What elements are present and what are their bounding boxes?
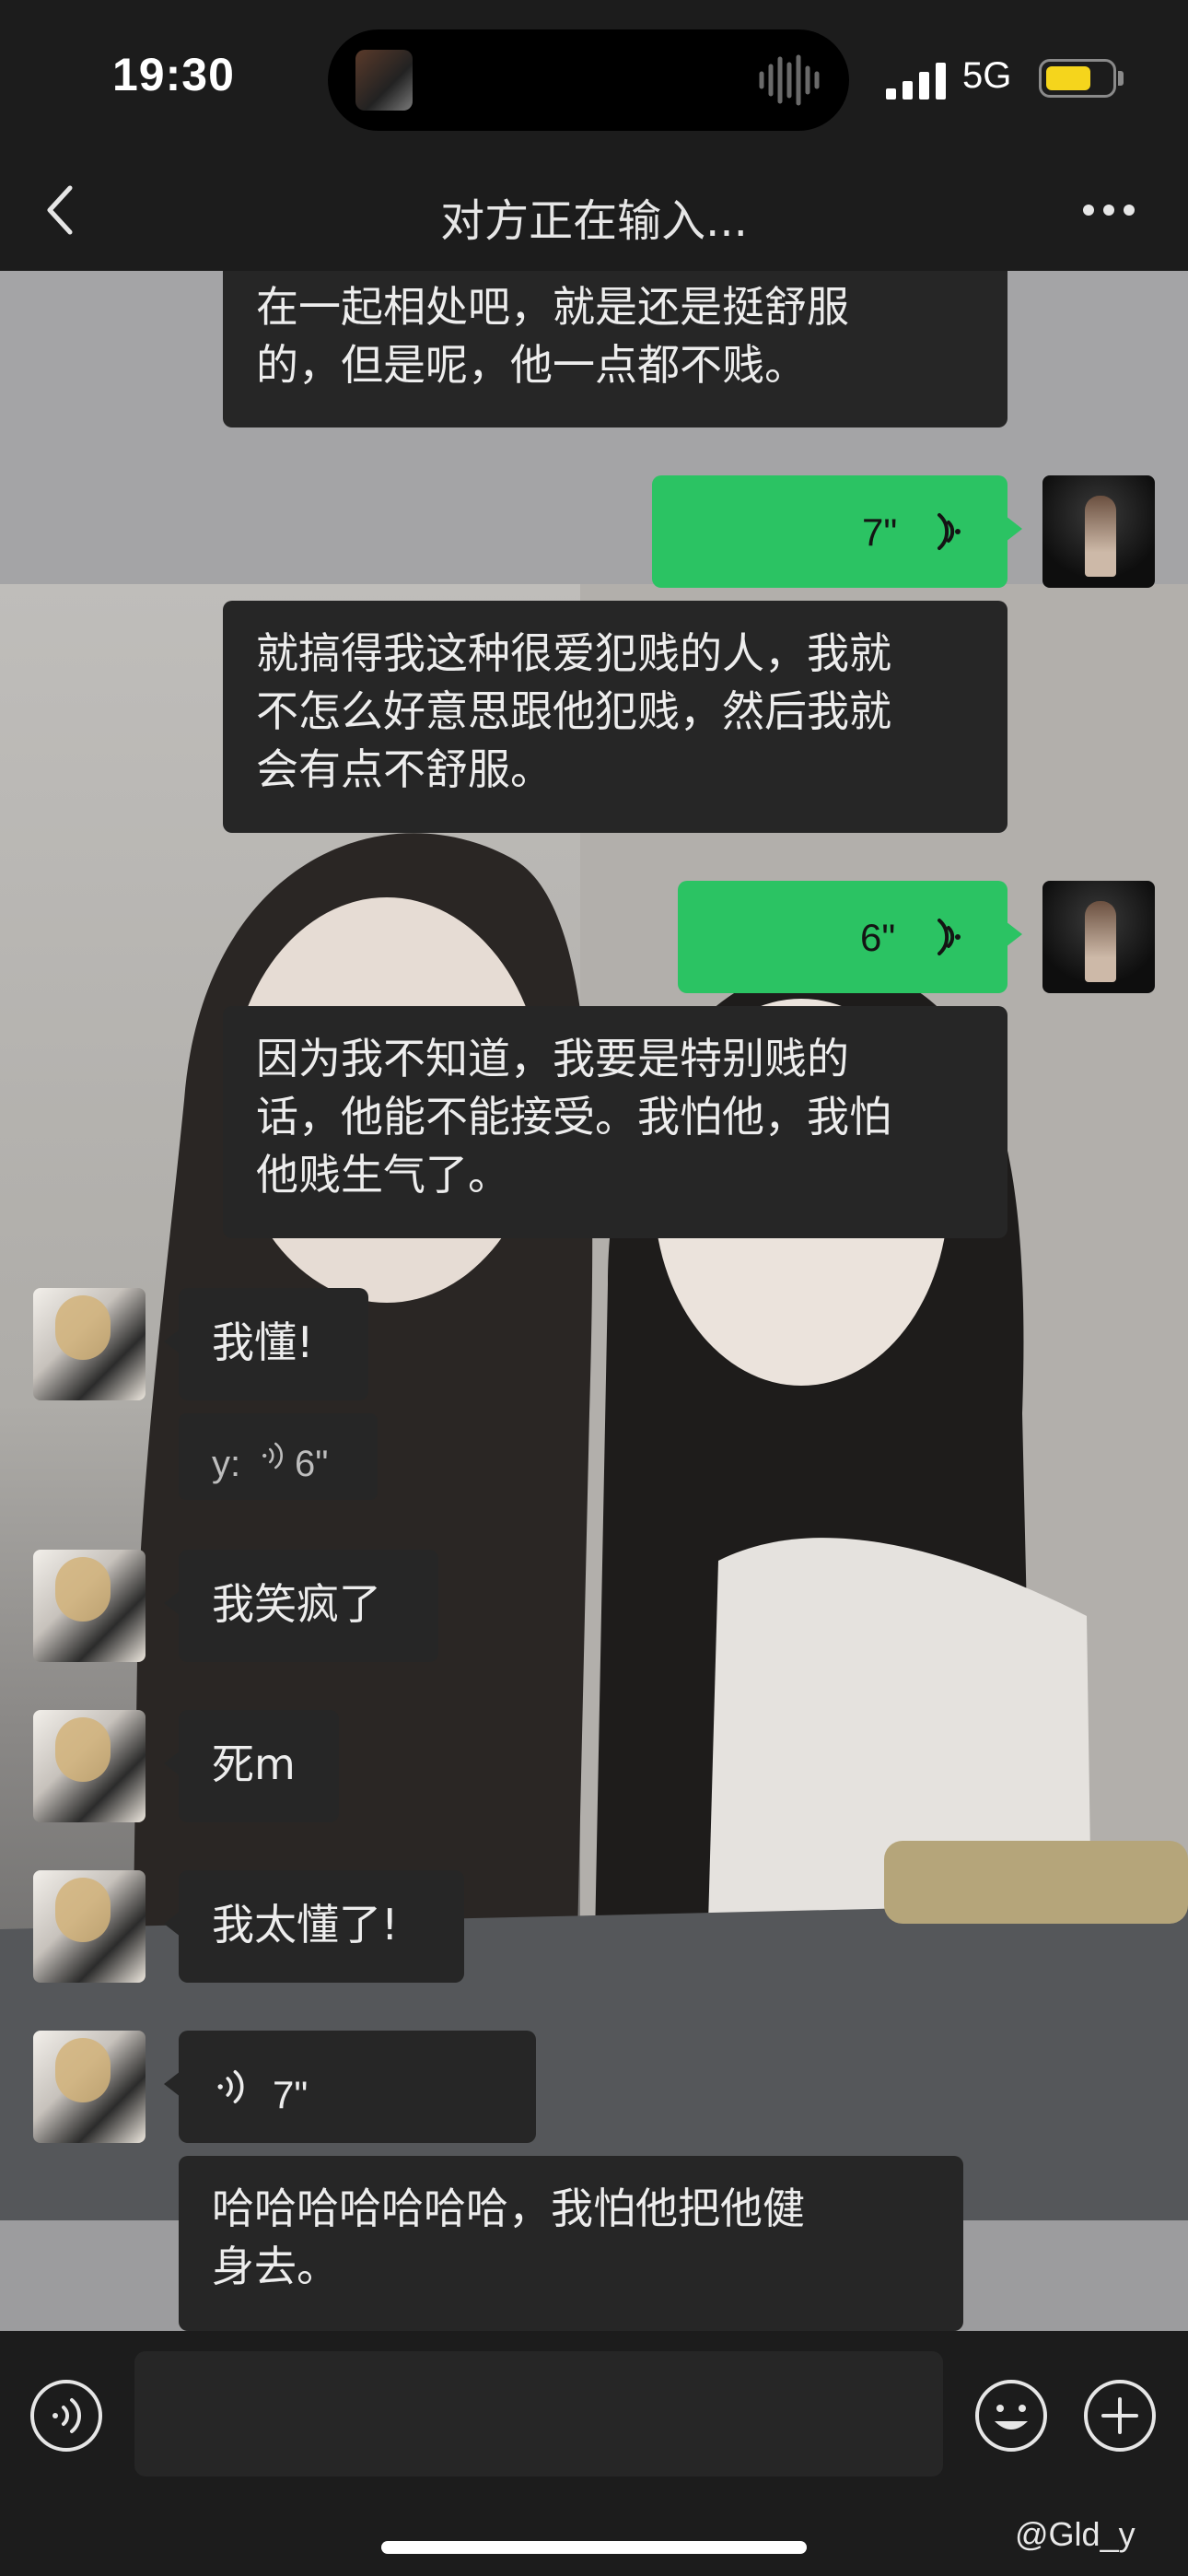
message-text-line: 身去。	[212, 2242, 339, 2291]
voice-duration: 6"	[860, 916, 896, 959]
message-bubble-received[interactable]: 我太懂了!	[164, 1870, 464, 1983]
message-bubble-received[interactable]: 我懂!	[164, 1288, 368, 1400]
message-text-line: 因为我不知道，我要是特别贱的	[256, 1034, 849, 1083]
contact-avatar[interactable]	[33, 1710, 146, 1822]
voice-message-sent[interactable]: 6"	[678, 881, 1022, 993]
my-avatar[interactable]	[1042, 475, 1155, 588]
message-bubble-received[interactable]: 因为我不知道，我要是特别贱的 话，他能不能接受。我怕他，我怕 他贱生气了。	[223, 1006, 1007, 1238]
message-text-line: 不怎么好意思跟他犯贱，然后我就	[256, 686, 891, 736]
contact-avatar[interactable]	[33, 1288, 146, 1400]
battery-icon	[1039, 59, 1116, 98]
voice-message-sent[interactable]: 7"	[652, 475, 1022, 588]
message-bubble-received[interactable]: 我笑疯了	[164, 1550, 438, 1662]
voice-wave-icon	[262, 1442, 283, 1469]
message-input[interactable]	[134, 2351, 943, 2476]
message-text-line: 哈哈哈哈哈哈哈，我怕他把他健	[212, 2184, 805, 2233]
status-bar: 19:30 5G	[0, 0, 1188, 157]
chat-header: 对方正在输入...	[0, 157, 1188, 271]
now-playing-thumbnail	[355, 50, 413, 111]
watermark: @Gld_y	[1015, 2515, 1136, 2553]
quoted-voice-message[interactable]: y: 6"	[179, 1413, 378, 1500]
input-bar: @Gld_y	[0, 2331, 1188, 2576]
chat-area[interactable]: 在一起相处吧，就是还是挺舒服 的，但是呢，他一点都不贱。 7" 就搞得我这种很爱…	[0, 271, 1188, 2331]
voice-wave-icon	[217, 2070, 244, 2103]
message-text-line: 的，但是呢，他一点都不贱。	[256, 340, 807, 390]
message-text: 我懂!	[212, 1317, 314, 1367]
quote-sender: y:	[212, 1444, 241, 1484]
voice-wave-icon	[938, 513, 961, 550]
message-text: 我太懂了!	[212, 1900, 399, 1950]
voice-wave-icon	[938, 919, 961, 955]
message-text: 死m	[212, 1739, 296, 1789]
message-text-line: 就搞得我这种很爱犯贱的人，我就	[256, 628, 891, 678]
contact-avatar[interactable]	[33, 1870, 146, 1983]
plus-icon[interactable]	[1083, 2379, 1157, 2453]
message-text-line: 他贱生气了。	[256, 1150, 510, 1200]
message-bubble-received[interactable]: 哈哈哈哈哈哈哈，我怕他把他健 身去。	[179, 2156, 963, 2331]
home-indicator[interactable]	[381, 2541, 807, 2554]
voice-message-received[interactable]: 7"	[164, 2031, 536, 2143]
message-text-line: 在一起相处吧，就是还是挺舒服	[256, 282, 849, 332]
dynamic-island[interactable]	[328, 29, 849, 131]
my-avatar[interactable]	[1042, 881, 1155, 993]
voice-duration: 7"	[862, 510, 898, 554]
emoji-icon[interactable]	[974, 2379, 1048, 2453]
network-type: 5G	[962, 55, 1012, 96]
contact-avatar[interactable]	[33, 2031, 146, 2143]
message-bubble-received[interactable]: 在一起相处吧，就是还是挺舒服 的，但是呢，他一点都不贱。	[223, 271, 1007, 427]
message-bubble-received[interactable]: 就搞得我这种很爱犯贱的人，我就 不怎么好意思跟他犯贱，然后我就 会有点不舒服。	[223, 601, 1007, 833]
voice-icon[interactable]	[29, 2379, 103, 2453]
voice-duration: 7"	[273, 2073, 309, 2116]
more-dots-icon[interactable]	[1081, 203, 1136, 217]
message-text-line: 会有点不舒服。	[256, 744, 553, 794]
message-text: 我笑疯了	[212, 1579, 381, 1629]
contact-avatar[interactable]	[33, 1550, 146, 1662]
cellular-signal-icon	[886, 63, 946, 100]
message-text-line: 话，他能不能接受。我怕他，我怕	[256, 1092, 891, 1142]
status-time: 19:30	[112, 49, 235, 100]
battery-cap	[1118, 71, 1124, 86]
chat-title: 对方正在输入...	[440, 195, 748, 247]
voice-duration: 6"	[295, 1444, 329, 1484]
audio-wave-icon	[759, 54, 820, 106]
message-bubble-received[interactable]: 死m	[164, 1710, 339, 1822]
